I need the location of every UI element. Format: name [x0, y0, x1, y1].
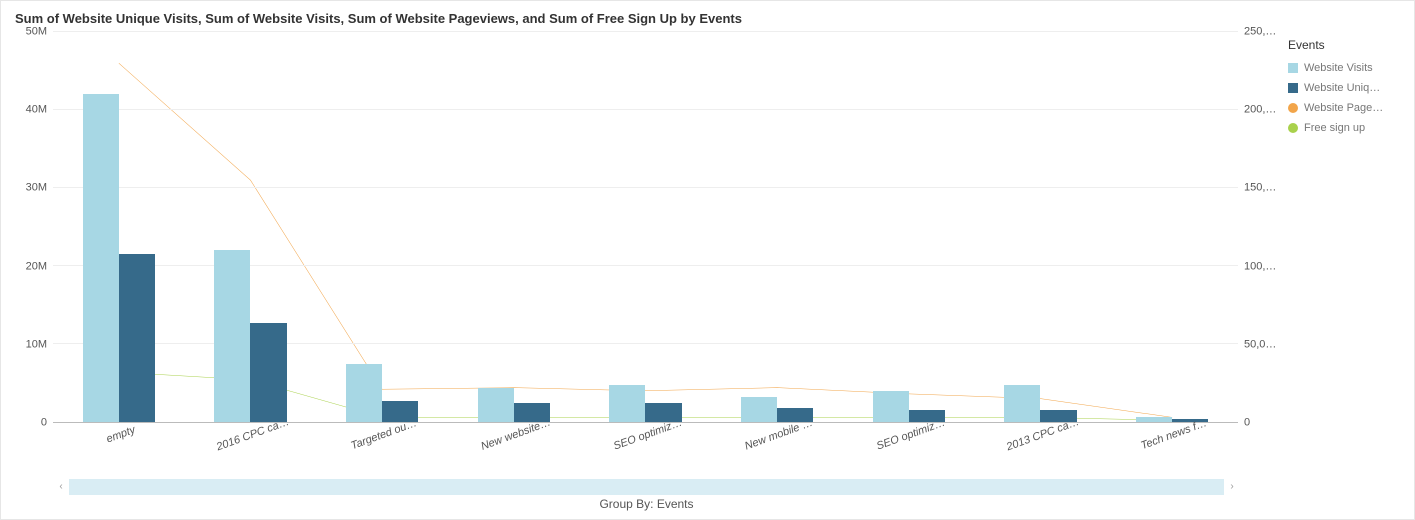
y-right-tick: 50,0… [1244, 339, 1276, 350]
y-left-tick: 50M [26, 27, 47, 38]
y-left-tick: 20M [26, 261, 47, 272]
legend: Events Website Visits Website Uniq… Websit… [1278, 32, 1400, 511]
legend-swatch [1288, 103, 1298, 113]
y-axis-left: 010M20M30M40M50M [15, 32, 53, 423]
scroll-left-button[interactable]: ‹ [53, 479, 69, 495]
y-right-tick: 150,… [1244, 183, 1276, 194]
bar[interactable] [1004, 385, 1040, 422]
legend-item[interactable]: Website Visits [1288, 62, 1400, 74]
legend-label: Website Page… [1304, 102, 1383, 114]
category-slot [975, 32, 1107, 422]
category-slot [448, 32, 580, 422]
category-slot [185, 32, 317, 422]
plot-area [53, 32, 1238, 423]
legend-item[interactable]: Website Uniq… [1288, 82, 1400, 94]
y-right-tick: 200,… [1244, 105, 1276, 116]
bar[interactable] [873, 391, 909, 422]
y-left-tick: 40M [26, 105, 47, 116]
legend-item[interactable]: Free sign up [1288, 122, 1400, 134]
horizontal-scrollbar[interactable]: ‹ › [53, 479, 1240, 495]
legend-label: Website Visits [1304, 62, 1373, 74]
legend-title: Events [1288, 38, 1400, 52]
chart-body: 010M20M30M40M50M 050,0…100,…150,…200,…25… [15, 32, 1400, 511]
legend-swatch [1288, 83, 1298, 93]
bar[interactable] [83, 94, 119, 422]
legend-swatch [1288, 63, 1298, 73]
scroll-right-button[interactable]: › [1224, 479, 1240, 495]
chart-wrap: 010M20M30M40M50M 050,0…100,…150,…200,…25… [15, 32, 1278, 511]
bar[interactable] [214, 250, 250, 422]
category-slot [711, 32, 843, 422]
y-left-tick: 0 [41, 418, 47, 429]
bar[interactable] [346, 364, 382, 423]
y-left-tick: 10M [26, 339, 47, 350]
category-slot [580, 32, 712, 422]
category-slot [53, 32, 185, 422]
bar[interactable] [478, 388, 514, 422]
y-right-tick: 0 [1244, 418, 1250, 429]
category-slot [1106, 32, 1238, 422]
category-slot [316, 32, 448, 422]
bar[interactable] [119, 254, 155, 422]
legend-item[interactable]: Website Page… [1288, 102, 1400, 114]
bar[interactable] [609, 385, 645, 422]
bar[interactable] [741, 397, 777, 422]
chart-panel: Sum of Website Unique Visits, Sum of Web… [0, 0, 1415, 520]
x-axis: empty2016 CPC ca…Targeted ou…New website… [53, 423, 1238, 479]
plot-row: 010M20M30M40M50M 050,0…100,…150,…200,…25… [15, 32, 1278, 423]
bar[interactable] [1136, 417, 1172, 422]
legend-label: Free sign up [1304, 122, 1365, 134]
y-axis-right: 050,0…100,…150,…200,…250,… [1238, 32, 1278, 423]
bar[interactable] [250, 323, 286, 422]
legend-label: Website Uniq… [1304, 82, 1380, 94]
category-slot [843, 32, 975, 422]
y-left-tick: 30M [26, 183, 47, 194]
chart-title: Sum of Website Unique Visits, Sum of Web… [15, 11, 1400, 26]
legend-swatch [1288, 123, 1298, 133]
y-right-tick: 100,… [1244, 261, 1276, 272]
y-right-tick: 250,… [1244, 27, 1276, 38]
x-axis-label: Group By: Events [15, 497, 1278, 511]
